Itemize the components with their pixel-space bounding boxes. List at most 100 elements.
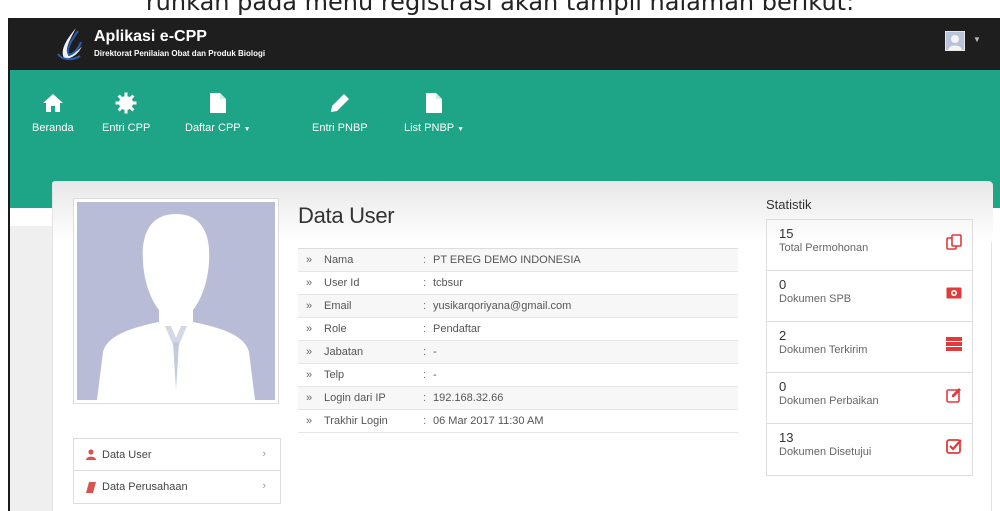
page-gutter: [10, 226, 52, 511]
side-menu-label: Data Perusahaan: [102, 481, 188, 493]
stat-value: 2: [779, 328, 787, 343]
side-menu-data-user[interactable]: Data User ›: [74, 439, 280, 471]
stat-dokumen-terkirim[interactable]: 2 Dokumen Terkirim: [767, 322, 972, 373]
profile-photo: [73, 198, 279, 404]
row-key: Jabatan: [324, 346, 364, 358]
profile-panel: Data User › Data Perusahaan › Data User …: [52, 181, 993, 511]
file-icon: [426, 93, 443, 113]
row-arrow: »: [306, 369, 313, 381]
app-logo-icon[interactable]: [54, 26, 84, 62]
stat-label: Dokumen SPB: [779, 293, 852, 305]
nav-daftar-cpp[interactable]: Daftar CPP ▼: [185, 92, 251, 134]
app-window: Aplikasi e-CPP Direktorat Penilaian Obat…: [8, 18, 1000, 511]
app-title[interactable]: Aplikasi e-CPP: [94, 28, 207, 46]
row-sep: :: [423, 277, 427, 289]
stats-title: Statistik: [766, 197, 812, 212]
row-key: Role: [324, 323, 347, 335]
row-value: -: [433, 369, 437, 381]
stat-dokumen-disetujui[interactable]: 13 Dokumen Disetujui: [767, 424, 972, 475]
copy-icon: [946, 234, 962, 250]
row-arrow: »: [306, 392, 313, 404]
stat-value: 15: [779, 226, 794, 241]
row-value: PT EREG DEMO INDONESIA: [433, 254, 581, 266]
server-icon: [946, 336, 962, 352]
row-arrow: »: [306, 346, 313, 358]
nav-label: Entri CPP: [102, 122, 151, 134]
row-value: 06 Mar 2017 11:30 AM: [433, 415, 544, 427]
row-key: User Id: [324, 277, 360, 289]
check-square-icon: [946, 438, 962, 454]
gear-icon: [115, 92, 137, 114]
row-key: Login dari IP: [324, 392, 386, 404]
stat-value: 0: [779, 277, 787, 292]
side-menu-data-perusahaan[interactable]: Data Perusahaan ›: [74, 471, 280, 503]
stat-label: Total Permohonan: [779, 242, 869, 254]
row-arrow: »: [306, 300, 313, 312]
row-arrow: »: [306, 254, 313, 266]
table-row: » Telp: -: [298, 364, 738, 387]
money-icon: [946, 285, 962, 301]
table-row: » Jabatan: -: [298, 341, 738, 364]
chevron-down-icon: ▼: [243, 126, 251, 133]
row-sep: :: [423, 346, 427, 358]
avatar-silhouette-icon: [77, 202, 275, 400]
user-icon: [86, 449, 96, 460]
avatar-icon: [948, 35, 962, 50]
nav-label: Entri PNBP: [312, 122, 368, 134]
row-value: -: [433, 346, 437, 358]
row-key: Email: [324, 300, 352, 312]
stat-label: Dokumen Disetujui: [779, 446, 872, 458]
chevron-down-icon: ▼: [457, 126, 465, 133]
row-arrow: »: [306, 415, 313, 427]
nav-list-pnbp[interactable]: List PNBP ▼: [404, 92, 464, 134]
user-menu-caret-icon[interactable]: ▼: [973, 35, 981, 44]
nav-label: Beranda: [32, 122, 74, 134]
page-title: Data User: [298, 203, 395, 228]
user-data-table: » Nama: PT EREG DEMO INDONESIA » User Id: tc…: [298, 248, 738, 433]
nav-beranda[interactable]: Beranda: [32, 92, 74, 134]
file-icon: [209, 93, 226, 113]
row-sep: :: [423, 392, 427, 404]
table-row: » Nama: PT EREG DEMO INDONESIA: [298, 249, 738, 272]
table-row: » Email: yusikarqoriyana@gmail.com: [298, 295, 738, 318]
user-avatar-button[interactable]: [945, 31, 965, 51]
row-arrow: »: [306, 277, 313, 289]
row-sep: :: [423, 300, 427, 312]
row-key: Nama: [324, 254, 354, 266]
table-row: » Role: Pendaftar: [298, 318, 738, 341]
stats-list: 15 Total Permohonan 0 Dokumen SPB 2 Doku…: [766, 219, 973, 476]
row-value: tcbsur: [433, 277, 463, 289]
stat-value: 13: [779, 430, 794, 445]
table-row: » User Id: tcbsur: [298, 272, 738, 295]
chevron-right-icon: ›: [262, 448, 266, 460]
row-key: Telp: [324, 369, 345, 381]
table-row: » Login dari IP:192.168.32.66: [298, 387, 738, 410]
stat-total-permohonan[interactable]: 15 Total Permohonan: [767, 220, 972, 271]
profile-side-menu: Data User › Data Perusahaan ›: [73, 438, 281, 504]
row-value: Pendaftar: [433, 323, 481, 335]
chevron-right-icon: ›: [262, 480, 266, 492]
stat-label: Dokumen Terkirim: [779, 344, 868, 356]
book-icon: [86, 481, 96, 493]
nav-label: Daftar CPP: [185, 122, 241, 134]
stat-dokumen-spb[interactable]: 0 Dokumen SPB: [767, 271, 972, 322]
row-sep: :: [423, 254, 427, 266]
stat-dokumen-perbaikan[interactable]: 0 Dokumen Perbaikan: [767, 373, 972, 424]
top-navbar: Aplikasi e-CPP Direktorat Penilaian Obat…: [10, 18, 1000, 70]
row-arrow: »: [306, 323, 313, 335]
caption-text: ruhkan pada menu registrasi akan tampil …: [145, 0, 855, 16]
home-icon: [42, 94, 63, 112]
edit-icon: [946, 387, 962, 403]
table-row: » Trakhir Login:06 Mar 2017 11:30 AM: [298, 410, 738, 433]
stat-value: 0: [779, 379, 787, 394]
pencil-icon: [330, 94, 349, 112]
nav-label: List PNBP: [404, 122, 455, 134]
nav-entri-pnbp[interactable]: Entri PNBP: [312, 92, 368, 134]
row-value: yusikarqoriyana@gmail.com: [433, 300, 572, 312]
side-menu-label: Data User: [102, 448, 152, 461]
row-sep: :: [423, 415, 427, 427]
row-sep: :: [423, 369, 427, 381]
row-value: 192.168.32.66: [433, 392, 504, 404]
app-subtitle: Direktorat Penilaian Obat dan Produk Bio…: [94, 49, 266, 58]
nav-entri-cpp[interactable]: Entri CPP: [102, 92, 150, 134]
